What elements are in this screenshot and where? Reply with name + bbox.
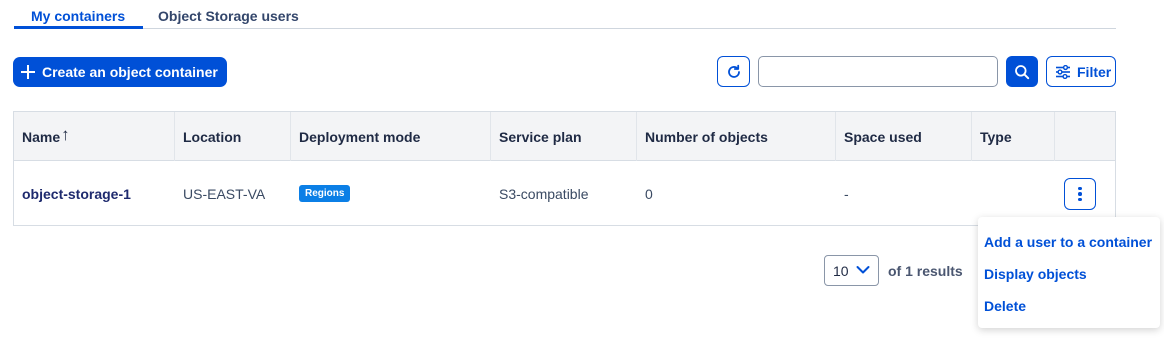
cell-number-of-objects: 0 <box>645 185 653 202</box>
column-header-location: Location <box>175 112 291 161</box>
create-button-label: Create an object container <box>42 64 218 80</box>
deployment-mode-badge: Regions <box>299 185 351 202</box>
cell-space-used: - <box>844 185 849 202</box>
kebab-icon <box>1078 186 1082 191</box>
results-count: of 1 results <box>888 263 963 279</box>
menu-item-display-objects[interactable]: Display objects <box>984 266 1087 282</box>
refresh-button[interactable] <box>717 56 750 87</box>
page-size-value: 10 <box>833 262 849 279</box>
tab-my-containers[interactable]: My containers <box>31 8 125 24</box>
chevron-down-icon <box>856 266 870 274</box>
menu-item-delete[interactable]: Delete <box>984 298 1026 314</box>
column-header-name[interactable]: Name ↑ <box>14 112 175 161</box>
containers-table: Name ↑ Location Deployment mode Service … <box>13 111 1116 226</box>
column-header-number-of-objects: Number of objects <box>637 112 836 161</box>
page-size-select[interactable]: 10 <box>824 255 879 286</box>
cell-deployment-mode: Regions <box>291 161 491 226</box>
sort-ascending-icon: ↑ <box>61 124 70 144</box>
column-label: Deployment mode <box>299 128 421 145</box>
column-label: Type <box>980 128 1012 145</box>
column-label: Space used <box>844 128 922 145</box>
refresh-icon <box>727 64 740 78</box>
table-row: object-storage-1 US-EAST-VA Regions S3-c… <box>14 161 1115 226</box>
active-tab-indicator <box>14 26 143 29</box>
cell-location: US-EAST-VA <box>183 185 266 202</box>
column-label: Name <box>22 128 61 145</box>
row-actions-button[interactable] <box>1064 178 1096 210</box>
filter-button[interactable]: Filter <box>1046 56 1116 87</box>
sliders-icon <box>1056 64 1070 79</box>
column-label: Service plan <box>499 128 582 145</box>
search-icon <box>1015 64 1030 79</box>
tab-object-storage-users[interactable]: Object Storage users <box>158 8 299 24</box>
column-label: Number of objects <box>645 128 768 145</box>
search-button[interactable] <box>1006 56 1038 87</box>
tabs-bar: My containers Object Storage users <box>14 0 1116 29</box>
column-label: Location <box>183 128 242 145</box>
search-input[interactable] <box>758 56 998 87</box>
create-object-container-button[interactable]: Create an object container <box>13 57 227 87</box>
column-header-space-used: Space used <box>836 112 972 161</box>
cell-service-plan: S3-compatible <box>499 185 589 202</box>
filter-label: Filter <box>1077 63 1112 80</box>
table-header: Name ↑ Location Deployment mode Service … <box>14 112 1115 161</box>
column-header-service-plan: Service plan <box>491 112 637 161</box>
column-header-deployment-mode: Deployment mode <box>291 112 491 161</box>
row-actions-menu: Add a user to a container Display object… <box>978 217 1160 328</box>
plus-icon <box>21 65 35 79</box>
cell-name[interactable]: object-storage-1 <box>14 161 175 226</box>
menu-item-add-user[interactable]: Add a user to a container <box>984 234 1152 250</box>
column-header-actions <box>1055 112 1117 161</box>
column-header-type: Type <box>972 112 1055 161</box>
